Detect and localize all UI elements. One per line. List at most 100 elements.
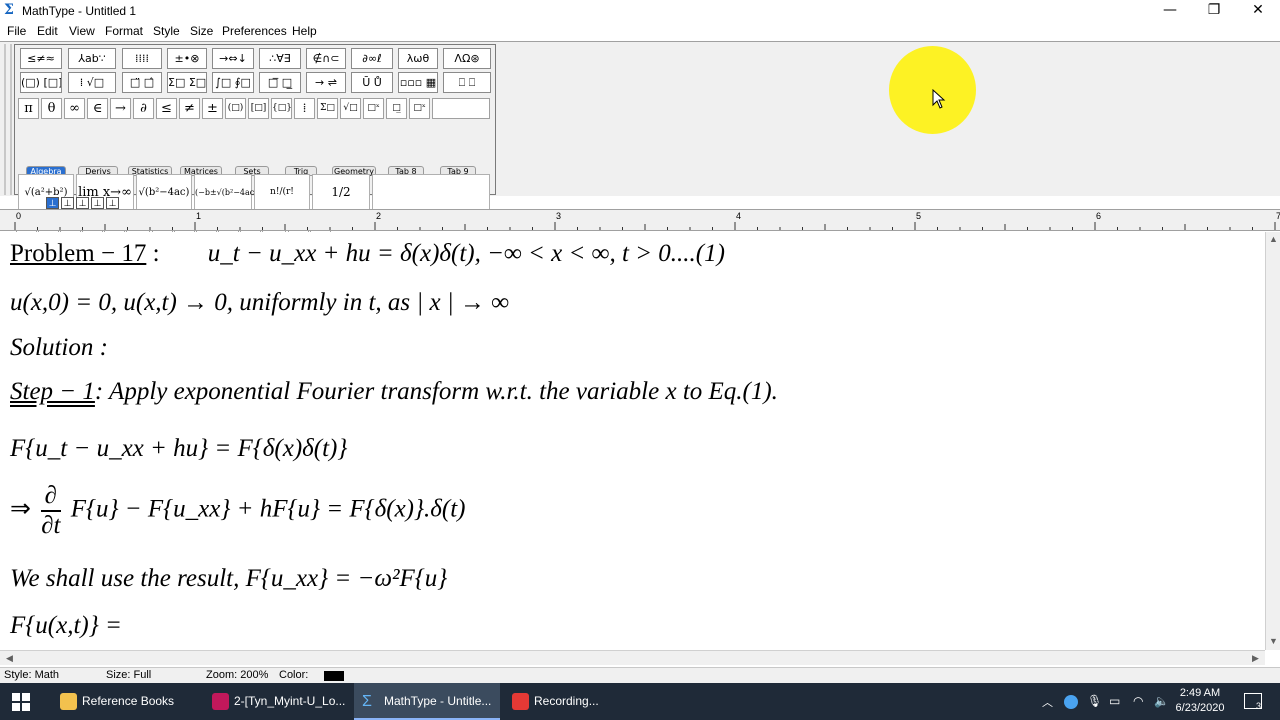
- products-set-theory-palette-button[interactable]: Ū Ů: [351, 72, 393, 93]
- arrows-palette-button[interactable]: →⇔↓: [212, 48, 254, 69]
- matrices-palette-button[interactable]: ▫▫▫ ▦: [398, 72, 438, 93]
- vertical-scrollbar[interactable]: ▲ ▼: [1265, 232, 1280, 650]
- equation-line-7: We shall use the result, F{u_xx} = −ω²F{…: [10, 565, 448, 592]
- fences-palette-button[interactable]: (□) [□]: [20, 72, 62, 93]
- menu-format[interactable]: Format: [105, 24, 143, 38]
- title-bar: Σ MathType - Untitled 1 — ❐ ✕: [0, 0, 1280, 22]
- step-label: Step − 1: [10, 378, 95, 405]
- fractions-radicals-palette-button[interactable]: ⁞ √□: [68, 72, 116, 93]
- menu-help[interactable]: Help: [292, 24, 317, 38]
- equation-document[interactable]: Problem − 17 : u_t − u_xx + hu = δ(x)δ(t…: [0, 232, 1265, 650]
- scroll-up-icon[interactable]: ▲: [1266, 232, 1280, 247]
- ruler-label: 4: [736, 211, 741, 221]
- menu-size[interactable]: Size: [190, 24, 213, 38]
- notification-center-icon[interactable]: 3: [1244, 693, 1262, 711]
- pi-symbol-button[interactable]: π: [18, 98, 39, 119]
- infinity-symbol-button[interactable]: ∞: [64, 98, 85, 119]
- toolbar-area: ≤≠≈ ⅄ab∵ ⁞⁞⁞⁞ ±•⊗ →⇔↓ ∴∀∃ ∉∩⊂ ∂∞ℓ λωθ ΛΩ…: [0, 41, 1280, 234]
- close-button[interactable]: ✕: [1236, 0, 1280, 22]
- equation-line-8: F{u(x,t)} =: [10, 612, 122, 639]
- misc-symbols-palette-button[interactable]: ∂∞ℓ: [351, 48, 393, 69]
- fraction-template-button[interactable]: ⁞: [294, 98, 315, 119]
- underscript-template-button[interactable]: □̲: [386, 98, 407, 119]
- microphone-icon[interactable]: 🎙: [1087, 694, 1102, 708]
- taskbar: Reference Books 2-[Tyn_Myint-U_Lo... Σ M…: [0, 683, 1280, 720]
- operators-palette-button[interactable]: ±•⊗: [167, 48, 207, 69]
- taskbar-item-pdf[interactable]: 2-[Tyn_Myint-U_Lo...: [204, 683, 352, 720]
- superscript-template-button[interactable]: □ˣ: [363, 98, 384, 119]
- equation-line-5: F{u_t − u_xx + hu} = F{δ(x)δ(t)}: [10, 435, 348, 462]
- scroll-left-icon[interactable]: ◀: [2, 651, 17, 666]
- equation-line-2: u(x,0) = 0, u(x,t) → 0, uniformly in t, …: [10, 289, 510, 316]
- logic-palette-button[interactable]: ∴∀∃: [259, 48, 301, 69]
- menu-preferences[interactable]: Preferences: [222, 24, 287, 38]
- brackets-template-button[interactable]: [□]: [248, 98, 269, 119]
- template-combination[interactable]: n!/(r!(n−r)!): [254, 174, 310, 232]
- summation-template-button[interactable]: Σ□: [317, 98, 338, 119]
- window-title: MathType - Untitled 1: [22, 4, 137, 18]
- equation-line-4: Step − 1: Apply exponential Fourier tran…: [10, 378, 778, 406]
- volume-icon[interactable]: 🔈: [1154, 694, 1169, 708]
- subscript-template-button[interactable]: □ˣ: [409, 98, 430, 119]
- template-quadratic-formula[interactable]: (−b±√(b²−4ac))/2a: [194, 174, 273, 211]
- embellishments-palette-button[interactable]: ⁞⁞⁞⁞: [122, 48, 162, 69]
- theta-symbol-button[interactable]: θ: [41, 98, 62, 119]
- relations-palette-button[interactable]: ≤≠≈: [20, 48, 62, 69]
- left-tab-icon[interactable]: ⊥: [46, 197, 59, 209]
- menu-file[interactable]: File: [7, 24, 26, 38]
- braces-template-button[interactable]: {□}: [271, 98, 292, 119]
- ruler-label: 0: [16, 211, 21, 221]
- uppercase-greek-palette-button[interactable]: ΛΩ⊛: [443, 48, 491, 69]
- radical-template-button[interactable]: √□: [340, 98, 361, 119]
- show-hidden-icons-chevron-icon[interactable]: ︿: [1042, 694, 1053, 710]
- status-color-swatch: [324, 671, 344, 681]
- underbar-overbar-palette-button[interactable]: □̅ □̲: [259, 72, 301, 93]
- spaces-ellipses-palette-button[interactable]: ⅄ab∵: [68, 48, 116, 69]
- menu-bar: File Edit View Format Style Size Prefere…: [0, 22, 1280, 41]
- windows-start-icon[interactable]: [12, 693, 30, 711]
- ruler: 0 1 2 3 4 5 6 7: [0, 209, 1280, 231]
- wifi-icon[interactable]: ◠: [1133, 694, 1143, 708]
- labeled-arrows-palette-button[interactable]: → ⇌: [306, 72, 346, 93]
- parentheses-template-button[interactable]: (□): [225, 98, 246, 119]
- right-tab-icon[interactable]: ⊥: [76, 197, 89, 209]
- toolbar-grip[interactable]: [4, 44, 12, 195]
- taskbar-item-recording[interactable]: Recording...: [504, 683, 650, 720]
- menu-edit[interactable]: Edit: [37, 24, 58, 38]
- ruler-label: 7: [1276, 211, 1280, 221]
- menu-view[interactable]: View: [69, 24, 95, 38]
- menu-style[interactable]: Style: [153, 24, 180, 38]
- onedrive-icon[interactable]: [1064, 695, 1078, 709]
- equation-line-1: Problem − 17 : u_t − u_xx + hu = δ(x)δ(t…: [10, 240, 725, 268]
- restore-button[interactable]: ❐: [1192, 0, 1236, 22]
- boxes-palette-button[interactable]: ⎕ ⎕: [443, 72, 491, 93]
- set-theory-palette-button[interactable]: ∉∩⊂: [306, 48, 346, 69]
- taskbar-item-reference-books[interactable]: Reference Books: [52, 683, 202, 720]
- right-arrow-symbol-button[interactable]: →: [110, 98, 131, 119]
- clock[interactable]: 2:49 AM 6/23/2020: [1170, 686, 1230, 716]
- center-tab-icon[interactable]: ⊥: [61, 197, 74, 209]
- not-equal-symbol-button[interactable]: ≠: [179, 98, 200, 119]
- element-of-symbol-button[interactable]: ∈: [87, 98, 108, 119]
- taskbar-item-mathtype[interactable]: Σ MathType - Untitle...: [354, 683, 500, 720]
- decimal-tab-icon[interactable]: ⊥: [106, 197, 119, 209]
- relational-tab-icon[interactable]: ⊥: [91, 197, 104, 209]
- summations-palette-button[interactable]: Σ□ Σ□: [167, 72, 207, 93]
- plus-minus-symbol-button[interactable]: ±: [202, 98, 223, 119]
- less-equal-symbol-button[interactable]: ≤: [156, 98, 177, 119]
- template-discriminant[interactable]: √(b²−4ac): [136, 174, 192, 211]
- clock-time: 2:49 AM: [1179, 687, 1221, 699]
- fraction-denominator: ∂t: [41, 512, 61, 539]
- scroll-right-icon[interactable]: ▶: [1248, 651, 1263, 666]
- lowercase-greek-palette-button[interactable]: λωθ: [398, 48, 438, 69]
- subscript-superscript-palette-button[interactable]: □̈ □̂: [122, 72, 162, 93]
- horizontal-scrollbar[interactable]: ◀ ▶: [0, 650, 1265, 665]
- partial-symbol-button[interactable]: ∂: [133, 98, 154, 119]
- folder-icon: [60, 693, 77, 710]
- scroll-down-icon[interactable]: ▼: [1266, 634, 1280, 649]
- integrals-palette-button[interactable]: ∫□ ∮□: [212, 72, 254, 93]
- template-one-half[interactable]: 1/2: [312, 174, 370, 211]
- minimize-button[interactable]: —: [1148, 0, 1192, 22]
- taskbar-label: 2-[Tyn_Myint-U_Lo...: [234, 694, 346, 708]
- battery-icon[interactable]: ▭: [1109, 694, 1120, 708]
